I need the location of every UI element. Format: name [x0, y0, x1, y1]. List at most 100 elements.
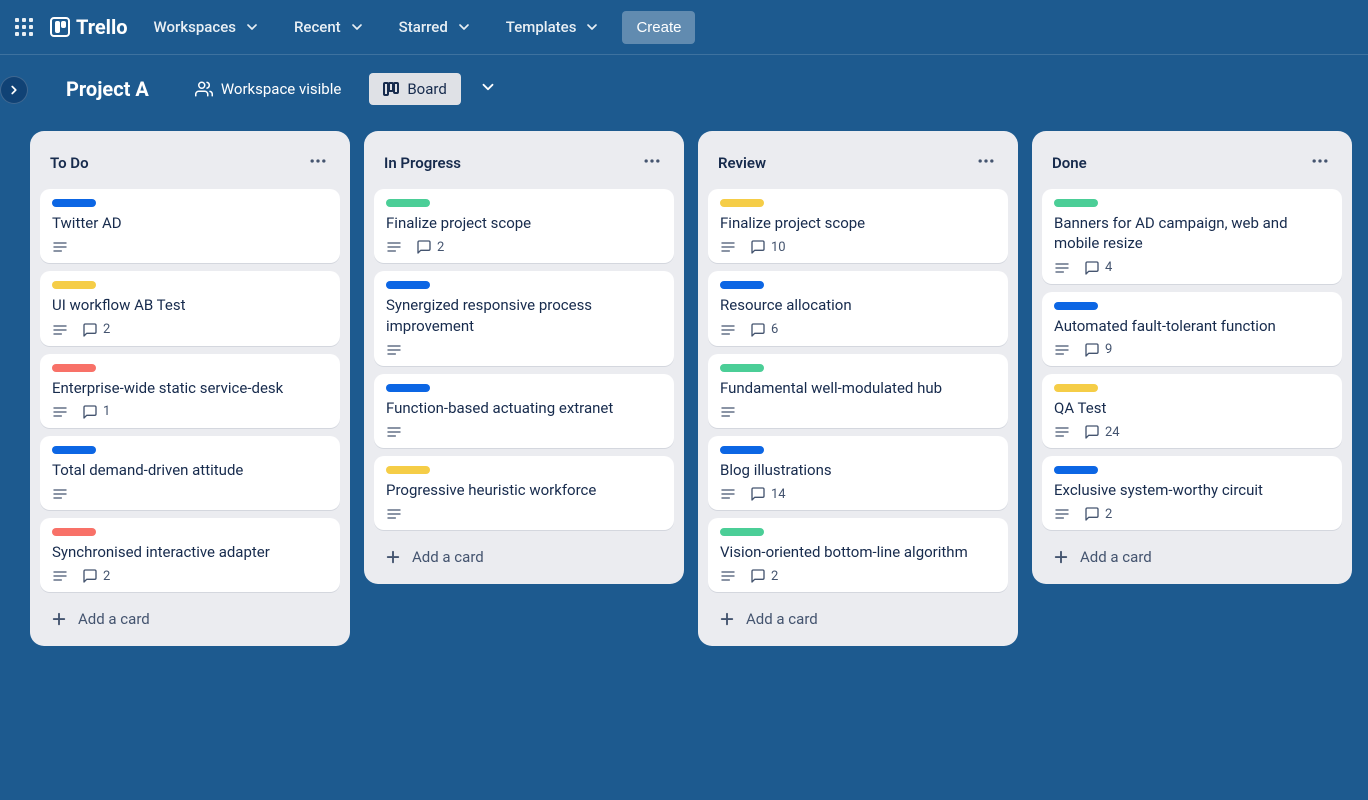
card-label[interactable]	[52, 281, 96, 289]
description-icon	[386, 239, 402, 255]
more-horizontal-icon	[976, 151, 996, 171]
create-button[interactable]: Create	[622, 11, 695, 44]
board-title[interactable]: Project A	[54, 71, 161, 107]
board-view-button[interactable]: Board	[369, 73, 460, 105]
card[interactable]: Finalize project scope 10	[708, 189, 1008, 263]
description-badge	[720, 239, 736, 255]
list-title[interactable]: Review	[718, 154, 766, 172]
card[interactable]: Total demand-driven attitude	[40, 436, 340, 510]
description-badge	[1054, 424, 1070, 440]
chevron-down-icon	[479, 78, 497, 96]
plus-icon	[384, 548, 402, 566]
card-badges: 2	[720, 568, 996, 584]
card-label[interactable]	[720, 364, 764, 372]
app-switcher-button[interactable]	[8, 11, 40, 43]
comments-count: 4	[1105, 260, 1112, 275]
list-menu-button[interactable]	[972, 147, 1000, 179]
card-label[interactable]	[720, 528, 764, 536]
card-label[interactable]	[1054, 466, 1098, 474]
card-label[interactable]	[52, 199, 96, 207]
nav-label: Recent	[294, 18, 341, 36]
description-badge	[720, 568, 736, 584]
nav-recent[interactable]: Recent	[282, 12, 377, 42]
card-label[interactable]	[720, 199, 764, 207]
card-label[interactable]	[1054, 199, 1098, 207]
card[interactable]: Vision-oriented bottom-line algorithm 2	[708, 518, 1008, 592]
card[interactable]: Exclusive system-worthy circuit 2	[1042, 456, 1342, 530]
card-badges: 1	[52, 404, 328, 420]
sidebar-expand-button[interactable]	[0, 76, 28, 104]
add-card-label: Add a card	[412, 548, 484, 566]
description-badge	[52, 239, 68, 255]
card-title: Banners for AD campaign, web and mobile …	[1054, 213, 1330, 254]
list-title[interactable]: In Progress	[384, 154, 461, 172]
board-icon	[383, 81, 399, 97]
card[interactable]: Resource allocation 6	[708, 271, 1008, 345]
comments-badge: 2	[82, 568, 110, 584]
card-label[interactable]	[52, 364, 96, 372]
card[interactable]: Synchronised interactive adapter 2	[40, 518, 340, 592]
description-icon	[720, 239, 736, 255]
add-card-label: Add a card	[746, 610, 818, 628]
card-badges: 2	[1054, 506, 1330, 522]
card-label[interactable]	[52, 528, 96, 536]
add-card-button[interactable]: Add a card	[40, 602, 340, 636]
card-label[interactable]	[52, 446, 96, 454]
list-menu-button[interactable]	[638, 147, 666, 179]
card[interactable]: Automated fault-tolerant function 9	[1042, 292, 1342, 366]
card[interactable]: Fundamental well-modulated hub	[708, 354, 1008, 428]
list-title[interactable]: Done	[1052, 154, 1087, 172]
description-icon	[52, 239, 68, 255]
description-icon	[52, 322, 68, 338]
card-badges	[386, 424, 662, 440]
list: In Progress Finalize project scope 2 Syn…	[364, 131, 684, 584]
comments-count: 2	[771, 569, 778, 584]
card-title: Automated fault-tolerant function	[1054, 316, 1330, 336]
nav-templates[interactable]: Templates	[494, 12, 613, 42]
card-label[interactable]	[720, 446, 764, 454]
card-label[interactable]	[1054, 302, 1098, 310]
list-menu-button[interactable]	[1306, 147, 1334, 179]
list-header: To Do	[40, 141, 340, 189]
card-label[interactable]	[386, 384, 430, 392]
card[interactable]: Banners for AD campaign, web and mobile …	[1042, 189, 1342, 284]
card[interactable]: Enterprise-wide static service-desk 1	[40, 354, 340, 428]
card[interactable]: QA Test 24	[1042, 374, 1342, 448]
trello-logo[interactable]: Trello	[44, 15, 138, 39]
card-label[interactable]	[386, 466, 430, 474]
card[interactable]: Progressive heuristic workforce	[374, 456, 674, 530]
card[interactable]: Synergized responsive process improvemen…	[374, 271, 674, 366]
list-title[interactable]: To Do	[50, 154, 89, 172]
nav-starred[interactable]: Starred	[387, 12, 484, 42]
chevron-down-icon	[456, 19, 472, 35]
card-label[interactable]	[1054, 384, 1098, 392]
chevron-right-icon	[7, 83, 21, 97]
card[interactable]: Finalize project scope 2	[374, 189, 674, 263]
comments-badge: 6	[750, 322, 778, 338]
card-title: UI workflow AB Test	[52, 295, 328, 315]
card[interactable]: UI workflow AB Test 2	[40, 271, 340, 345]
add-card-button[interactable]: Add a card	[708, 602, 1008, 636]
add-card-button[interactable]: Add a card	[374, 540, 674, 574]
visibility-button[interactable]: Workspace visible	[183, 73, 354, 105]
more-horizontal-icon	[1310, 151, 1330, 171]
comments-badge: 1	[82, 404, 110, 420]
visibility-label: Workspace visible	[221, 80, 342, 98]
card-badges: 10	[720, 239, 996, 255]
add-card-button[interactable]: Add a card	[1042, 540, 1342, 574]
description-icon	[720, 568, 736, 584]
comments-badge: 2	[1084, 506, 1112, 522]
nav-workspaces[interactable]: Workspaces	[142, 12, 272, 42]
card-label[interactable]	[386, 281, 430, 289]
card-label[interactable]	[386, 199, 430, 207]
card[interactable]: Twitter AD	[40, 189, 340, 263]
description-icon	[386, 424, 402, 440]
view-switcher-dropdown[interactable]	[473, 72, 503, 106]
card[interactable]: Blog illustrations 14	[708, 436, 1008, 510]
card-label[interactable]	[720, 281, 764, 289]
more-horizontal-icon	[308, 151, 328, 171]
description-icon	[52, 486, 68, 502]
list-menu-button[interactable]	[304, 147, 332, 179]
description-icon	[386, 342, 402, 358]
card[interactable]: Function-based actuating extranet	[374, 374, 674, 448]
